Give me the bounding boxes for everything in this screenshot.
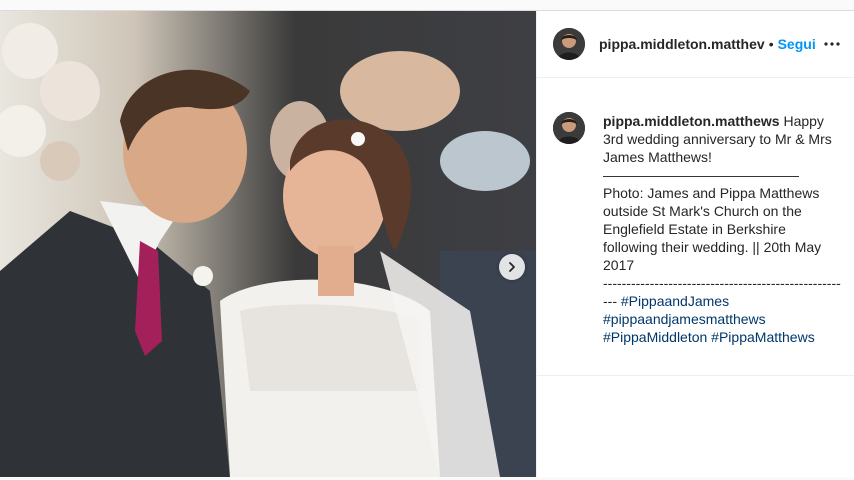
more-options-icon xyxy=(824,42,840,46)
caption-text: pippa.middleton.matthews Happy 3rd weddi… xyxy=(603,112,842,346)
separator-dot: • xyxy=(768,36,774,52)
caption-comment: pippa.middleton.matthews Happy 3rd weddi… xyxy=(537,78,854,346)
instagram-post: pippa.middleton.matthev • Segui pippa.mi… xyxy=(0,10,854,477)
divider xyxy=(537,375,854,376)
post-header: pippa.middleton.matthev • Segui xyxy=(537,11,854,78)
chevron-right-icon xyxy=(509,262,515,272)
follow-button[interactable]: Segui xyxy=(778,36,816,52)
post-sidebar: pippa.middleton.matthev • Segui pippa.mi… xyxy=(536,11,854,477)
caption-username-link[interactable]: pippa.middleton.matthews xyxy=(603,113,780,129)
next-photo-button[interactable] xyxy=(499,254,525,280)
avatar[interactable] xyxy=(553,28,585,60)
more-options-button[interactable] xyxy=(820,32,844,56)
username-link[interactable]: pippa.middleton.matthev xyxy=(599,36,765,52)
hashtag-links[interactable]: #PippaandJames #pippaandjamesmatthews #P… xyxy=(603,293,820,346)
caption-line: —————————————— xyxy=(603,167,799,183)
caption-line: Photo: James and Pippa Matthews outside … xyxy=(603,185,826,273)
avatar[interactable] xyxy=(553,112,585,144)
post-photo[interactable] xyxy=(0,11,536,477)
